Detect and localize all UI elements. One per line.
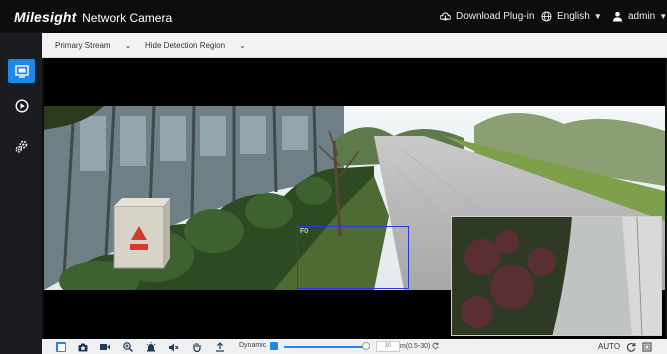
video-record-icon — [100, 344, 110, 350]
brand-subtitle: Network Camera — [82, 11, 173, 25]
user-menu[interactable]: admin ▼ — [612, 11, 667, 22]
live-video-panel[interactable]: F0 — [44, 58, 665, 339]
chevron-down-icon: ▼ — [659, 12, 667, 21]
snapshot-button[interactable] — [78, 342, 88, 352]
layout-button[interactable] — [56, 342, 66, 352]
monitor-icon — [14, 64, 29, 78]
detection-region-box[interactable]: F0 — [297, 226, 409, 289]
distance-unit-text: m(0.5-30) — [400, 343, 431, 350]
alarm-icon — [146, 342, 156, 352]
distance-slider-track[interactable] — [284, 346, 366, 348]
user-label: admin — [628, 11, 656, 22]
gears-icon — [15, 140, 28, 152]
square-icon — [57, 343, 65, 351]
sidebar — [0, 33, 42, 354]
alarm-button[interactable] — [146, 342, 156, 352]
stream-select[interactable]: Primary Stream ⌄ — [55, 41, 131, 50]
hand-icon — [193, 343, 201, 352]
video-toolbar: Dynamic 30 m(0.5-30) AUTO — [42, 339, 667, 354]
auto-label: AUTO — [598, 342, 621, 351]
fullscreen-icon — [642, 342, 652, 352]
download-icon — [440, 12, 451, 21]
chevron-down-icon: ⌄ — [124, 41, 132, 50]
camera-icon — [78, 343, 88, 351]
language-selector[interactable]: English ▼ — [541, 11, 602, 22]
chevron-down-icon: ⌄ — [239, 41, 246, 50]
dynamic-label: Dynamic — [239, 342, 267, 349]
zoom-preview-window[interactable] — [451, 216, 662, 336]
sidebar-item-playback[interactable] — [8, 94, 35, 118]
refresh-button[interactable] — [626, 342, 636, 352]
stream-select-value: Primary Stream — [55, 41, 111, 50]
top-header: Milesight Network Camera Download Plug-i… — [0, 0, 667, 33]
chevron-down-icon: ▼ — [593, 12, 602, 21]
talk-button[interactable] — [192, 342, 202, 352]
language-label: English — [557, 11, 590, 22]
distance-value-input[interactable]: 30 — [376, 341, 400, 352]
download-plugin-link[interactable]: Download Plug-in — [440, 11, 534, 22]
brand-logo: Milesight — [14, 9, 77, 25]
detection-region-value: Hide Detection Region — [145, 41, 226, 50]
upload-arrow-icon — [216, 342, 224, 352]
distance-unit-label: m(0.5-30) — [400, 342, 439, 350]
zoom-preview-image — [452, 217, 661, 335]
dynamic-checkbox[interactable] — [270, 342, 278, 350]
ptz-button[interactable] — [215, 342, 225, 352]
brand: Milesight Network Camera — [14, 9, 172, 25]
stream-control-bar: Primary Stream ⌄ Hide Detection Region ⌄ — [42, 33, 667, 58]
user-icon — [612, 11, 623, 22]
play-circle-icon — [14, 99, 29, 113]
record-button[interactable] — [100, 342, 110, 352]
audio-button[interactable] — [169, 342, 179, 352]
zoom-in-icon — [123, 342, 133, 352]
speaker-mute-icon — [169, 343, 179, 351]
fullscreen-button[interactable] — [642, 342, 652, 352]
globe-icon — [541, 11, 552, 22]
distance-slider-thumb[interactable] — [362, 342, 370, 350]
sidebar-item-live-view[interactable] — [8, 59, 35, 83]
refresh-icon — [626, 343, 636, 352]
detection-region-select[interactable]: Hide Detection Region ⌄ — [145, 41, 246, 50]
digital-zoom-button[interactable] — [123, 342, 133, 352]
sidebar-item-settings[interactable] — [8, 134, 35, 158]
detection-region-label: F0 — [300, 228, 309, 235]
download-plugin-label: Download Plug-in — [456, 11, 535, 22]
refresh-icon[interactable] — [432, 342, 439, 349]
